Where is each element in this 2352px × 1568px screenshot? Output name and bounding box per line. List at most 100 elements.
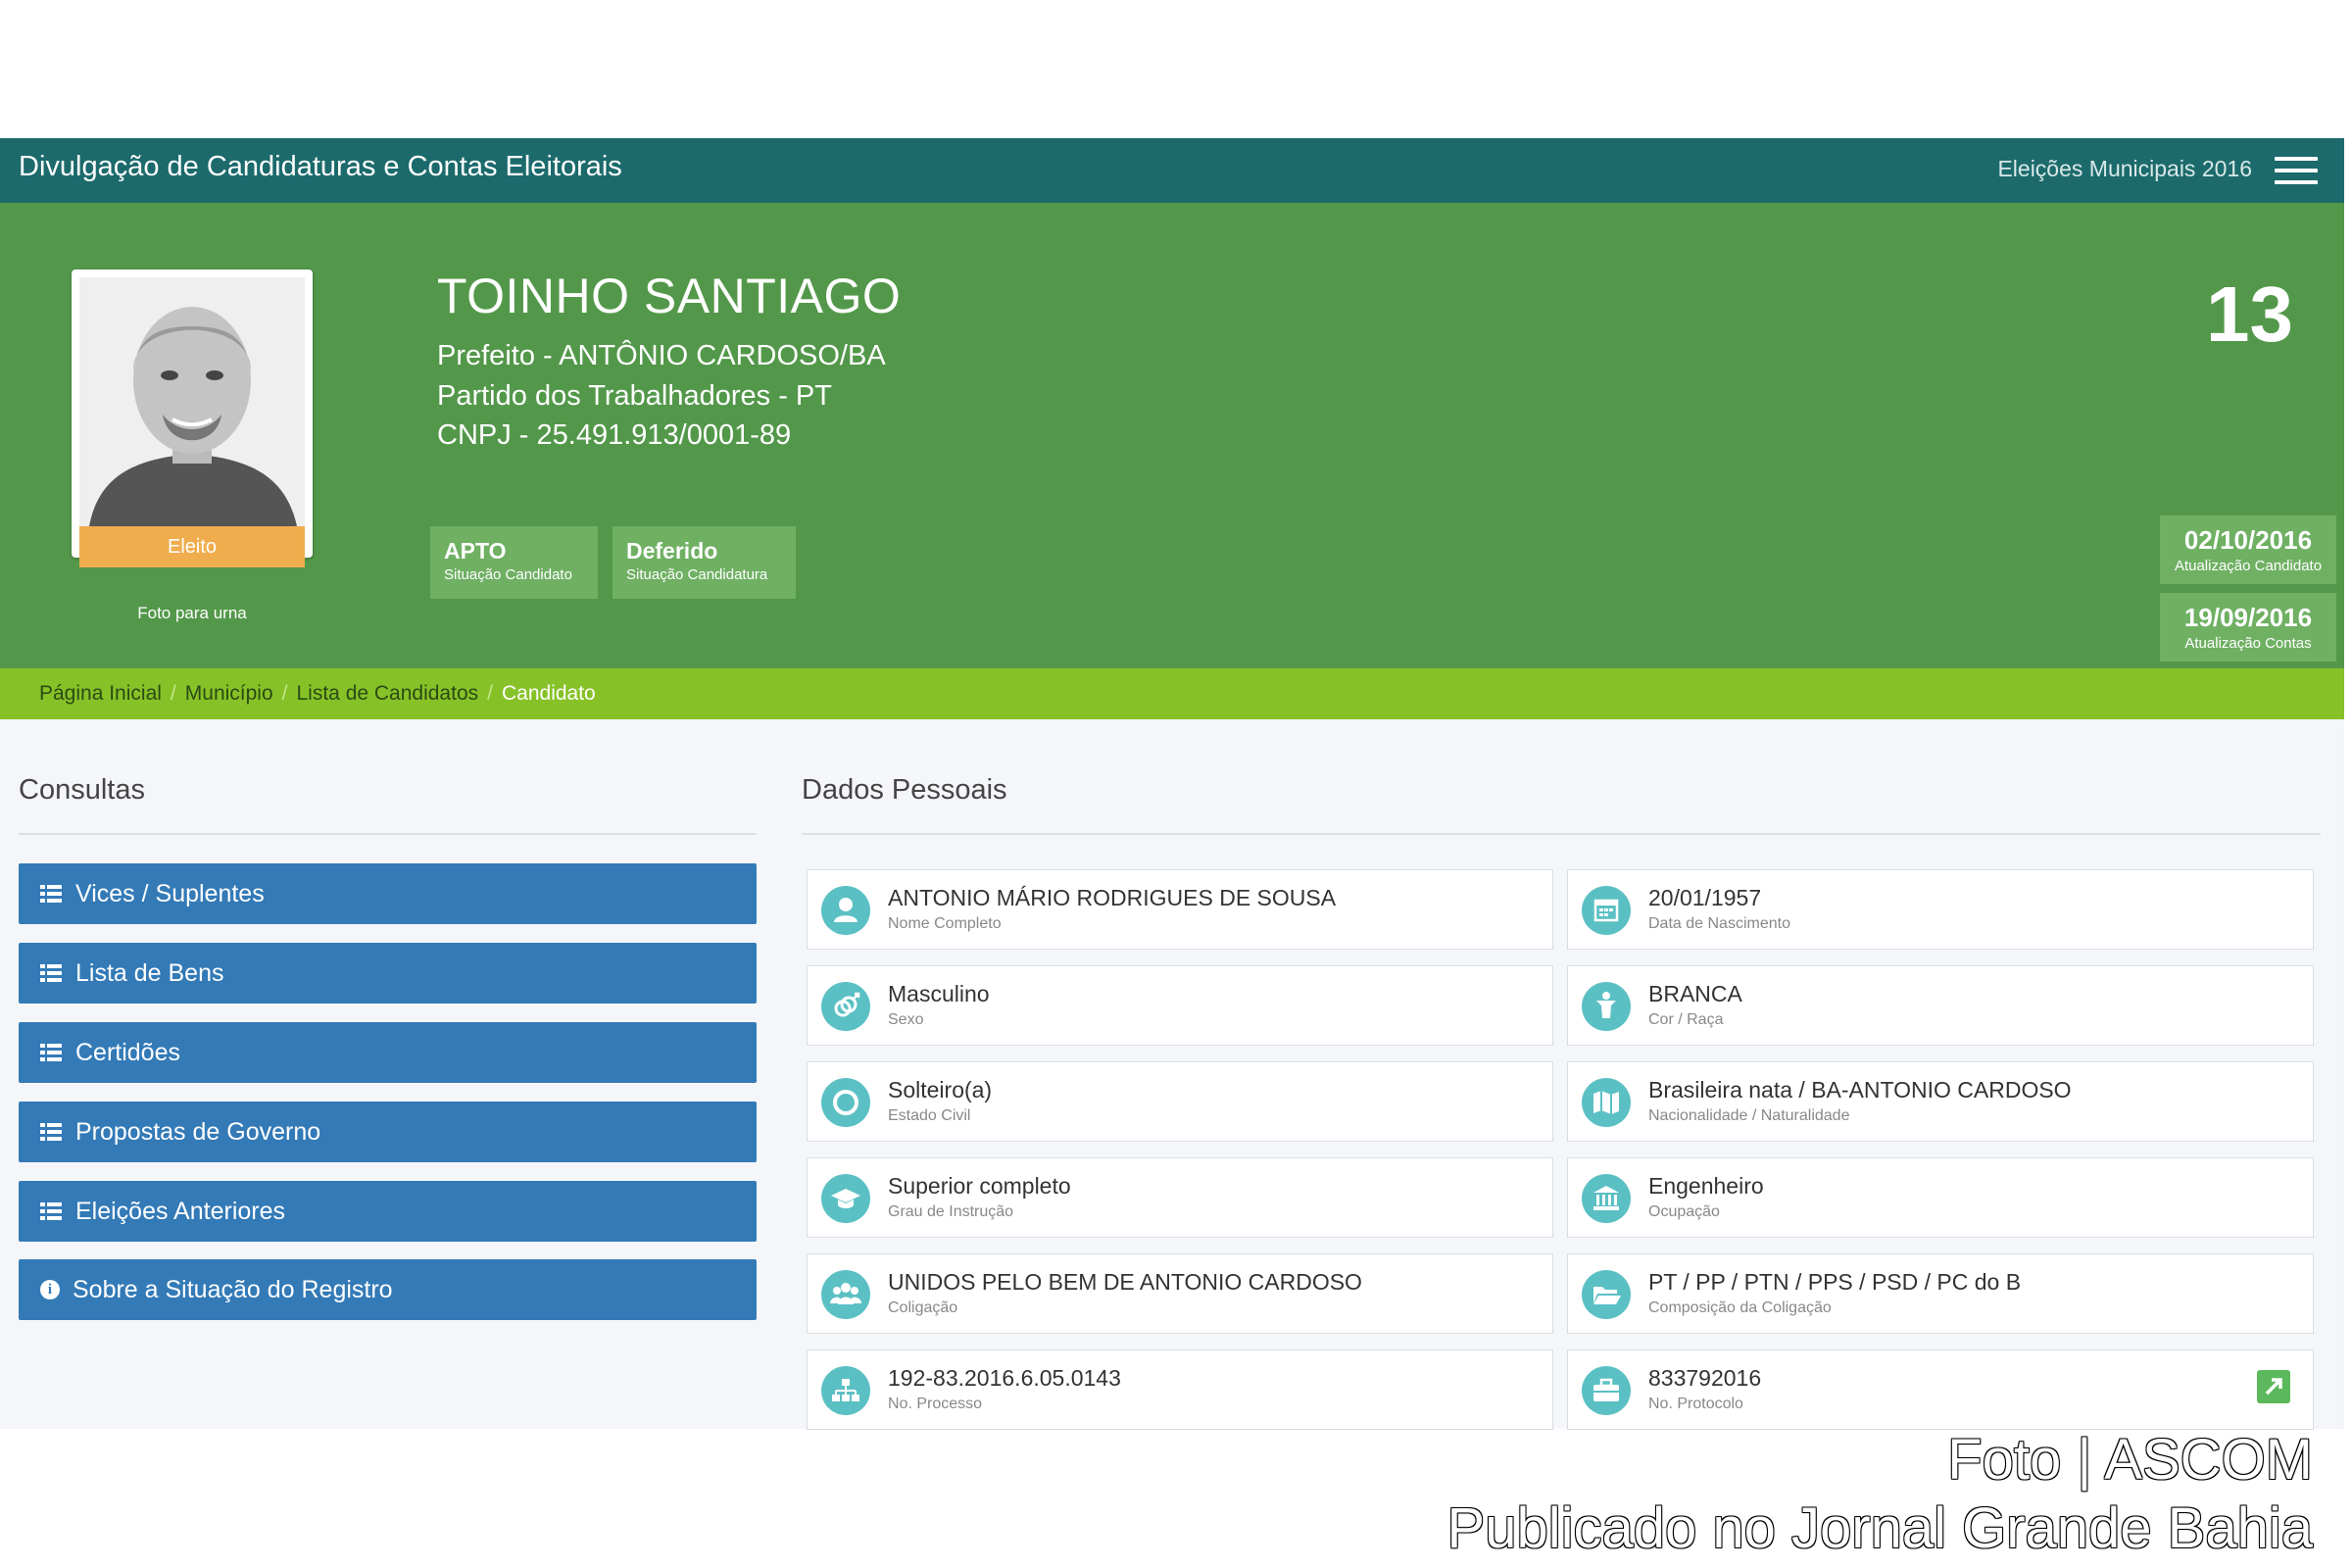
data-card-processo: 192-83.2016.6.05.0143 No. Processo	[807, 1349, 1553, 1430]
data-label: Ocupação	[1648, 1203, 1720, 1220]
update-candidate-date: 02/10/2016	[2183, 525, 2313, 555]
button-label: Eleições Anteriores	[75, 1198, 286, 1225]
ring-icon	[821, 1078, 870, 1127]
breadcrumb-candidate-list[interactable]: Lista de Candidatos	[297, 682, 479, 705]
data-label: Nome Completo	[888, 915, 1002, 932]
update-accounts-label: Atualização Contas	[2184, 635, 2312, 652]
candidate-cnpj: CNPJ - 25.491.913/0001-89	[437, 419, 792, 451]
data-value: Masculino	[888, 981, 990, 1006]
elected-badge: Eleito	[79, 526, 305, 567]
data-label: Cor / Raça	[1648, 1011, 1724, 1028]
candidate-photo	[79, 277, 305, 526]
dados-pessoais-title: Dados Pessoais	[802, 774, 1007, 806]
data-value: BRANCA	[1648, 981, 1742, 1006]
breadcrumb-separator: /	[170, 682, 176, 705]
data-value: UNIDOS PELO BEM DE ANTONIO CARDOSO	[888, 1269, 1362, 1295]
status-candidate-value: APTO	[444, 538, 507, 564]
data-value: ANTONIO MÁRIO RODRIGUES DE SOUSA	[888, 885, 1337, 910]
button-label: Vices / Suplentes	[75, 880, 265, 907]
data-card-coligacao: UNIDOS PELO BEM DE ANTONIO CARDOSO Colig…	[807, 1253, 1553, 1334]
data-card-nascimento: 20/01/1957 Data de Nascimento	[1567, 869, 2314, 950]
folder-icon	[1582, 1270, 1631, 1319]
candidate-party: Partido dos Trabalhadores - PT	[437, 380, 832, 412]
data-label: Nacionalidade / Naturalidade	[1648, 1107, 1850, 1124]
update-accounts-box: 19/09/2016 Atualização Contas	[2160, 593, 2336, 662]
eleicoes-anteriores-button[interactable]: Eleições Anteriores	[19, 1181, 757, 1242]
data-value: 833792016	[1648, 1365, 1762, 1391]
certidoes-button[interactable]: Certidões	[19, 1022, 757, 1083]
breadcrumb: Página Inicial / Município / Lista de Candid…	[0, 668, 2344, 719]
watermark-photo-credit: Foto | ASCOM	[1947, 1428, 2313, 1492]
data-value: Superior completo	[888, 1173, 1071, 1199]
status-registration-label: Situação Candidatura	[626, 566, 768, 583]
breadcrumb-separator: /	[487, 682, 493, 705]
external-link-icon[interactable]	[2257, 1370, 2290, 1403]
status-registration-value: Deferido	[626, 538, 718, 564]
consultas-divider	[19, 833, 757, 835]
dados-divider	[802, 833, 2321, 835]
calendar-icon	[1582, 886, 1631, 935]
data-label: Coligação	[888, 1299, 958, 1316]
app-title[interactable]: Divulgação de Candidaturas e Contas Elei…	[19, 151, 622, 183]
lista-de-bens-button[interactable]: Lista de Bens	[19, 943, 757, 1004]
consultas-title: Consultas	[19, 774, 145, 806]
update-candidate-label: Atualização Candidato	[2174, 558, 2323, 574]
candidate-header: Eleito Foto para urna TOINHO SANTIAGO Pr…	[0, 203, 2344, 668]
election-label: Eleições Municipais 2016	[1997, 156, 2252, 181]
graduation-cap-icon	[821, 1174, 870, 1223]
list-icon	[40, 964, 62, 982]
breadcrumb-separator: /	[281, 682, 288, 705]
button-label: Lista de Bens	[75, 959, 224, 987]
watermark-publication: Publicado no Jornal Grande Bahia	[1446, 1496, 2313, 1560]
data-card-nome: ANTONIO MÁRIO RODRIGUES DE SOUSA Nome Co…	[807, 869, 1553, 950]
candidate-name: TOINHO SANTIAGO	[437, 269, 902, 323]
data-card-ocupacao: Engenheiro Ocupação	[1567, 1157, 2314, 1238]
main-content: Consultas Vices / Suplentes Lista de Ben…	[0, 719, 2344, 1430]
propostas-de-governo-button[interactable]: Propostas de Governo	[19, 1102, 757, 1162]
list-icon	[40, 1044, 62, 1061]
status-registration-box: Deferido Situação Candidatura	[612, 526, 796, 599]
person-icon	[1582, 982, 1631, 1031]
button-label: Certidões	[75, 1039, 180, 1066]
data-label: Composição da Coligação	[1648, 1299, 1832, 1316]
data-label: Data de Nascimento	[1648, 915, 1790, 932]
candidate-photo-image	[79, 277, 305, 526]
data-value: PT / PP / PTN / PPS / PSD / PC do B	[1648, 1269, 2022, 1295]
data-label: No. Protocolo	[1648, 1396, 1743, 1412]
map-icon	[1582, 1078, 1631, 1127]
list-icon	[40, 1123, 62, 1141]
breadcrumb-current: Candidato	[501, 682, 596, 705]
data-value: Engenheiro	[1648, 1173, 1764, 1199]
update-candidate-box: 02/10/2016 Atualização Candidato	[2160, 515, 2336, 584]
vices-suplentes-button[interactable]: Vices / Suplentes	[19, 863, 757, 924]
data-card-cor-raca: BRANCA Cor / Raça	[1567, 965, 2314, 1046]
breadcrumb-home[interactable]: Página Inicial	[39, 682, 162, 705]
update-accounts-date: 19/09/2016	[2183, 603, 2313, 632]
breadcrumb-municipality[interactable]: Município	[185, 682, 273, 705]
status-candidate-label: Situação Candidato	[444, 566, 572, 583]
data-label: No. Processo	[888, 1396, 983, 1412]
data-card-nacionalidade: Brasileira nata / BA-ANTONIO CARDOSO Nac…	[1567, 1061, 2314, 1142]
candidate-office: Prefeito - ANTÔNIO CARDOSO/BA	[437, 340, 886, 371]
institution-icon	[1582, 1174, 1631, 1223]
status-candidate-box: APTO Situação Candidato	[430, 526, 598, 599]
top-navbar: Divulgação de Candidaturas e Contas Elei…	[0, 138, 2344, 203]
data-label: Estado Civil	[888, 1107, 971, 1124]
data-label: Grau de Instrução	[888, 1203, 1014, 1220]
user-icon	[821, 886, 870, 935]
data-card-sexo: Masculino Sexo	[807, 965, 1553, 1046]
situacao-registro-button[interactable]: i Sobre a Situação do Registro	[19, 1259, 757, 1320]
list-icon	[40, 1202, 62, 1220]
group-icon	[821, 1270, 870, 1319]
photo-caption: Foto para urna	[137, 604, 247, 622]
data-card-instrucao: Superior completo Grau de Instrução	[807, 1157, 1553, 1238]
button-label: Sobre a Situação do Registro	[73, 1276, 393, 1303]
hamburger-menu-icon[interactable]	[2275, 157, 2318, 184]
data-card-composicao: PT / PP / PTN / PPS / PSD / PC do B Comp…	[1567, 1253, 2314, 1334]
gender-icon	[821, 982, 870, 1031]
candidate-photo-card: Eleito	[72, 270, 313, 567]
data-value: Brasileira nata / BA-ANTONIO CARDOSO	[1648, 1077, 2072, 1102]
button-label: Propostas de Governo	[75, 1118, 321, 1146]
sitemap-icon	[821, 1366, 870, 1415]
briefcase-icon	[1582, 1366, 1631, 1415]
